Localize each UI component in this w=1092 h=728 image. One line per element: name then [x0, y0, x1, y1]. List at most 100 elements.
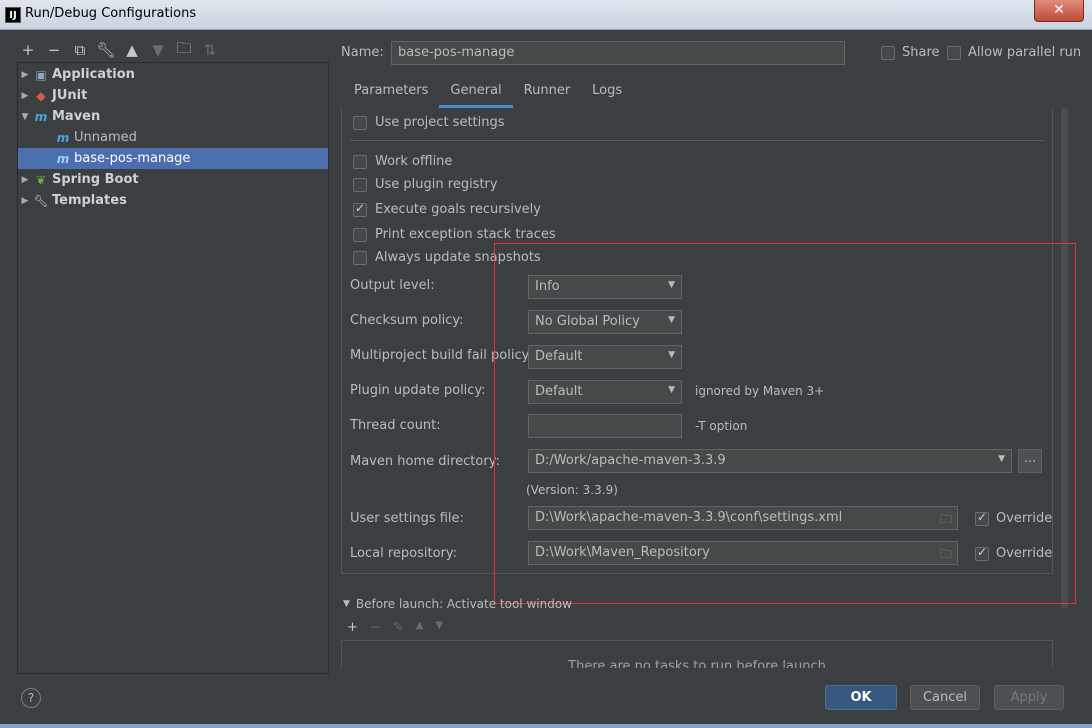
- help-button[interactable]: ?: [21, 688, 41, 708]
- ok-button[interactable]: OK: [825, 685, 897, 710]
- thread-count-input[interactable]: [528, 414, 682, 438]
- collapse-arrow-icon: ▼: [343, 599, 350, 609]
- output-level-label: Output level:: [350, 278, 435, 293]
- move-down-icon[interactable]: ▼: [435, 620, 443, 635]
- edit-icon[interactable]: ✎: [393, 620, 404, 635]
- plugin-update-label: Plugin update policy:: [350, 383, 486, 398]
- execute-goals-checkbox[interactable]: [353, 201, 367, 217]
- name-input[interactable]: base-pos-manage: [391, 41, 845, 65]
- user-settings-override[interactable]: Override: [975, 510, 1052, 526]
- print-exception-option[interactable]: Print exception stack traces: [353, 227, 556, 242]
- window-border: [0, 724, 1092, 728]
- local-repository-override[interactable]: Override: [975, 545, 1052, 561]
- configurations-tree: ▶ ▣ Application ▶ ◆ JUnit ▼ m Maven m Un…: [17, 62, 329, 674]
- before-launch-header[interactable]: ▼ Before launch: Activate tool window: [343, 597, 572, 611]
- user-settings-input[interactable]: D:\Work\apache-maven-3.3.9\conf\settings…: [528, 506, 958, 530]
- tree-item-unnamed[interactable]: m Unnamed: [18, 127, 328, 148]
- use-project-settings-checkbox[interactable]: [353, 115, 367, 130]
- dropdown-arrow-icon: ▼: [998, 454, 1005, 464]
- tree-item-junit[interactable]: ▶ ◆ JUnit: [18, 85, 328, 106]
- tree-item-base-pos-manage[interactable]: m base-pos-manage: [18, 148, 328, 169]
- remove-icon[interactable]: −: [44, 40, 64, 60]
- add-icon[interactable]: +: [18, 40, 38, 60]
- thread-count-label: Thread count:: [350, 418, 441, 433]
- maven-home-label: Maven home directory:: [350, 454, 500, 469]
- tab-general[interactable]: General: [439, 80, 513, 108]
- spring-boot-icon: ❦: [35, 172, 47, 187]
- tab-runner[interactable]: Runner: [513, 80, 582, 108]
- user-settings-override-checkbox[interactable]: [975, 510, 989, 526]
- use-project-settings-option[interactable]: Use project settings: [353, 115, 505, 130]
- move-up-icon[interactable]: ▲: [416, 620, 424, 635]
- print-exception-checkbox[interactable]: [353, 227, 367, 242]
- checksum-policy-select[interactable]: No Global Policy ▼: [528, 310, 682, 334]
- plugin-update-select[interactable]: Default ▼: [528, 380, 682, 404]
- vertical-scrollbar[interactable]: [1061, 108, 1068, 608]
- application-icon: ▣: [35, 67, 47, 82]
- always-update-checkbox[interactable]: [353, 250, 367, 265]
- share-option[interactable]: Share: [881, 45, 940, 60]
- use-plugin-registry-checkbox[interactable]: [353, 177, 367, 192]
- intellij-icon: IJ: [5, 7, 21, 23]
- local-repository-override-checkbox[interactable]: [975, 545, 989, 561]
- execute-goals-option[interactable]: Execute goals recursively: [353, 201, 541, 217]
- checksum-policy-label: Checksum policy:: [350, 313, 464, 328]
- user-settings-label: User settings file:: [350, 511, 464, 526]
- tree-item-spring-boot[interactable]: ▶ ❦ Spring Boot: [18, 169, 328, 190]
- before-launch-list: There are no tasks to run before launch: [341, 640, 1053, 668]
- separator: [350, 140, 1044, 141]
- folder-icon[interactable]: 🗀: [940, 545, 952, 566]
- browse-maven-home-button[interactable]: ...: [1018, 449, 1042, 473]
- wrench-icon: 🔧︎: [33, 193, 49, 208]
- tree-item-maven[interactable]: ▼ m Maven: [18, 106, 328, 127]
- dropdown-arrow-icon: ▼: [668, 385, 675, 395]
- move-up-icon[interactable]: ▲: [122, 40, 142, 60]
- move-down-icon[interactable]: ▼: [148, 40, 168, 60]
- local-repository-input[interactable]: D:\Work\Maven_Repository 🗀: [528, 541, 958, 565]
- junit-icon: ◆: [36, 88, 46, 103]
- maven-version-text: (Version: 3.3.9): [526, 483, 618, 497]
- allow-parallel-option[interactable]: Allow parallel run: [947, 45, 1081, 60]
- tab-parameters[interactable]: Parameters: [343, 80, 439, 108]
- maven-icon: m: [34, 109, 48, 124]
- expand-arrow-icon[interactable]: ▶: [18, 91, 32, 101]
- maven-icon: m: [56, 151, 70, 166]
- window-title: Run/Debug Configurations: [25, 6, 197, 21]
- multiproject-select[interactable]: Default ▼: [528, 345, 682, 369]
- remove-icon[interactable]: −: [370, 620, 381, 635]
- tab-bar: Parameters General Runner Logs: [343, 80, 633, 108]
- collapse-arrow-icon[interactable]: ▼: [18, 112, 32, 122]
- tree-item-application[interactable]: ▶ ▣ Application: [18, 64, 328, 85]
- output-level-select[interactable]: Info ▼: [528, 275, 682, 299]
- dropdown-arrow-icon: ▼: [668, 280, 675, 290]
- maven-home-select[interactable]: D:/Work/apache-maven-3.3.9 ▼: [528, 449, 1012, 473]
- folder-add-icon[interactable]: 🗀: [174, 39, 194, 60]
- folder-icon[interactable]: 🗀: [940, 510, 952, 531]
- use-plugin-registry-option[interactable]: Use plugin registry: [353, 177, 498, 192]
- before-launch-toolbar: + − ✎ ▲ ▼: [347, 620, 443, 635]
- always-update-option[interactable]: Always update snapshots: [353, 250, 541, 265]
- copy-icon[interactable]: ⧉: [70, 40, 90, 60]
- share-checkbox[interactable]: [881, 45, 895, 60]
- multiproject-label: Multiproject build fail policy:: [350, 348, 533, 363]
- add-icon[interactable]: +: [347, 620, 358, 635]
- dropdown-arrow-icon: ▼: [668, 315, 675, 325]
- name-label: Name:: [341, 45, 384, 60]
- dropdown-arrow-icon: ▼: [668, 350, 675, 360]
- work-offline-option[interactable]: Work offline: [353, 154, 452, 169]
- expand-arrow-icon[interactable]: ▶: [18, 70, 32, 80]
- work-offline-checkbox[interactable]: [353, 154, 367, 169]
- tree-item-templates[interactable]: ▶ 🔧︎ Templates: [18, 190, 328, 211]
- allow-parallel-checkbox[interactable]: [947, 45, 961, 60]
- wrench-icon[interactable]: 🔧︎: [96, 40, 116, 60]
- sort-icon[interactable]: ⇅: [200, 40, 220, 60]
- tab-logs[interactable]: Logs: [581, 80, 633, 108]
- expand-arrow-icon[interactable]: ▶: [18, 196, 32, 206]
- thread-count-hint: -T option: [695, 419, 748, 433]
- close-button[interactable]: ✕: [1034, 0, 1084, 22]
- apply-button[interactable]: Apply: [994, 685, 1064, 710]
- local-repository-label: Local repository:: [350, 546, 457, 561]
- expand-arrow-icon[interactable]: ▶: [18, 175, 32, 185]
- cancel-button[interactable]: Cancel: [910, 685, 980, 710]
- maven-icon: m: [56, 130, 70, 145]
